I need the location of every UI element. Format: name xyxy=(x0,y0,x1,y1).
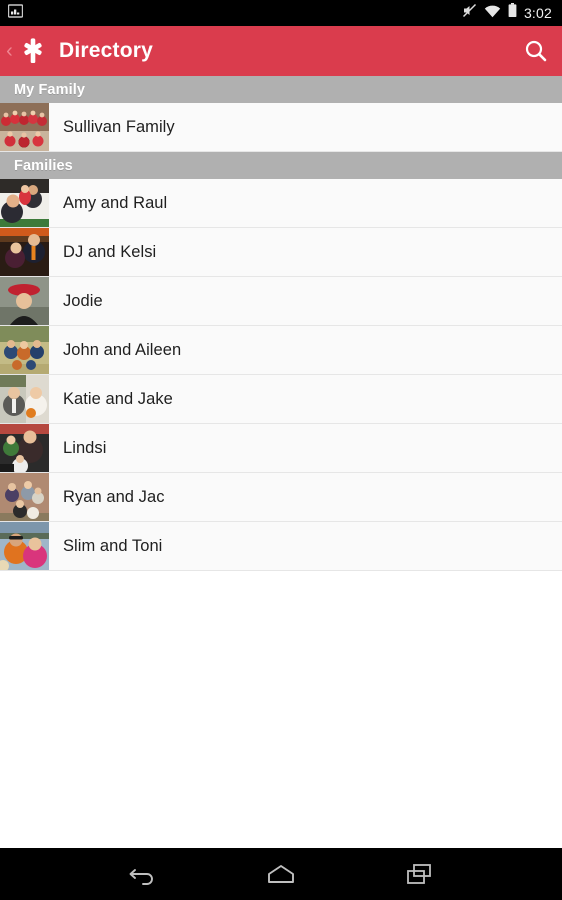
list-item[interactable]: Slim and Toni xyxy=(0,522,562,571)
avatar xyxy=(0,522,49,570)
chevron-left-icon[interactable]: ‹ xyxy=(0,26,16,76)
app-screen: 3:02 ‹ Directory My Family Sullivan Fami… xyxy=(0,0,562,900)
battery-full-icon xyxy=(508,3,517,23)
home-icon[interactable] xyxy=(253,850,309,898)
list-item-label: Ryan and Jac xyxy=(63,487,165,506)
section-header-label: Families xyxy=(14,157,73,174)
section-header-label: My Family xyxy=(14,81,86,98)
search-icon[interactable] xyxy=(510,26,562,76)
list-item-label: Lindsi xyxy=(63,438,107,457)
list-item-label: DJ and Kelsi xyxy=(63,242,157,261)
list-item-label: John and Aileen xyxy=(63,340,182,359)
avatar xyxy=(0,326,49,374)
status-bar-right: 3:02 xyxy=(462,3,552,23)
recent-apps-icon[interactable] xyxy=(391,850,447,898)
list-item[interactable]: Sullivan Family xyxy=(0,103,562,152)
directory-list[interactable]: My Family Sullivan Family Families Amy a… xyxy=(0,76,562,848)
list-item[interactable]: DJ and Kelsi xyxy=(0,228,562,277)
avatar xyxy=(0,179,49,227)
list-item-label: Jodie xyxy=(63,291,103,310)
list-item-label: Slim and Toni xyxy=(63,536,163,555)
avatar xyxy=(0,228,49,276)
list-item[interactable]: Katie and Jake xyxy=(0,375,562,424)
avatar xyxy=(0,473,49,521)
avatar xyxy=(0,375,49,423)
page-title: Directory xyxy=(59,39,154,62)
back-arrow-icon[interactable] xyxy=(115,850,171,898)
image-notification-icon xyxy=(7,3,24,23)
list-item[interactable]: Ryan and Jac xyxy=(0,473,562,522)
status-bar-clock: 3:02 xyxy=(523,5,552,21)
section-header-my-family: My Family xyxy=(0,76,562,103)
app-bar: ‹ Directory xyxy=(0,26,562,76)
avatar xyxy=(0,277,49,325)
list-item[interactable]: John and Aileen xyxy=(0,326,562,375)
list-item-label: Katie and Jake xyxy=(63,389,173,408)
list-item[interactable]: Jodie xyxy=(0,277,562,326)
volume-muted-icon xyxy=(462,3,477,23)
star-burst-logo-icon xyxy=(16,34,50,68)
system-navigation-bar xyxy=(0,848,562,900)
list-item[interactable]: Amy and Raul xyxy=(0,179,562,228)
list-item-label: Amy and Raul xyxy=(63,193,168,212)
list-item-label: Sullivan Family xyxy=(63,117,175,136)
section-header-families: Families xyxy=(0,152,562,179)
status-bar: 3:02 xyxy=(0,0,562,26)
avatar xyxy=(0,103,49,151)
status-bar-left xyxy=(7,3,24,23)
avatar xyxy=(0,424,49,472)
list-item[interactable]: Lindsi xyxy=(0,424,562,473)
wifi-icon xyxy=(484,4,501,23)
